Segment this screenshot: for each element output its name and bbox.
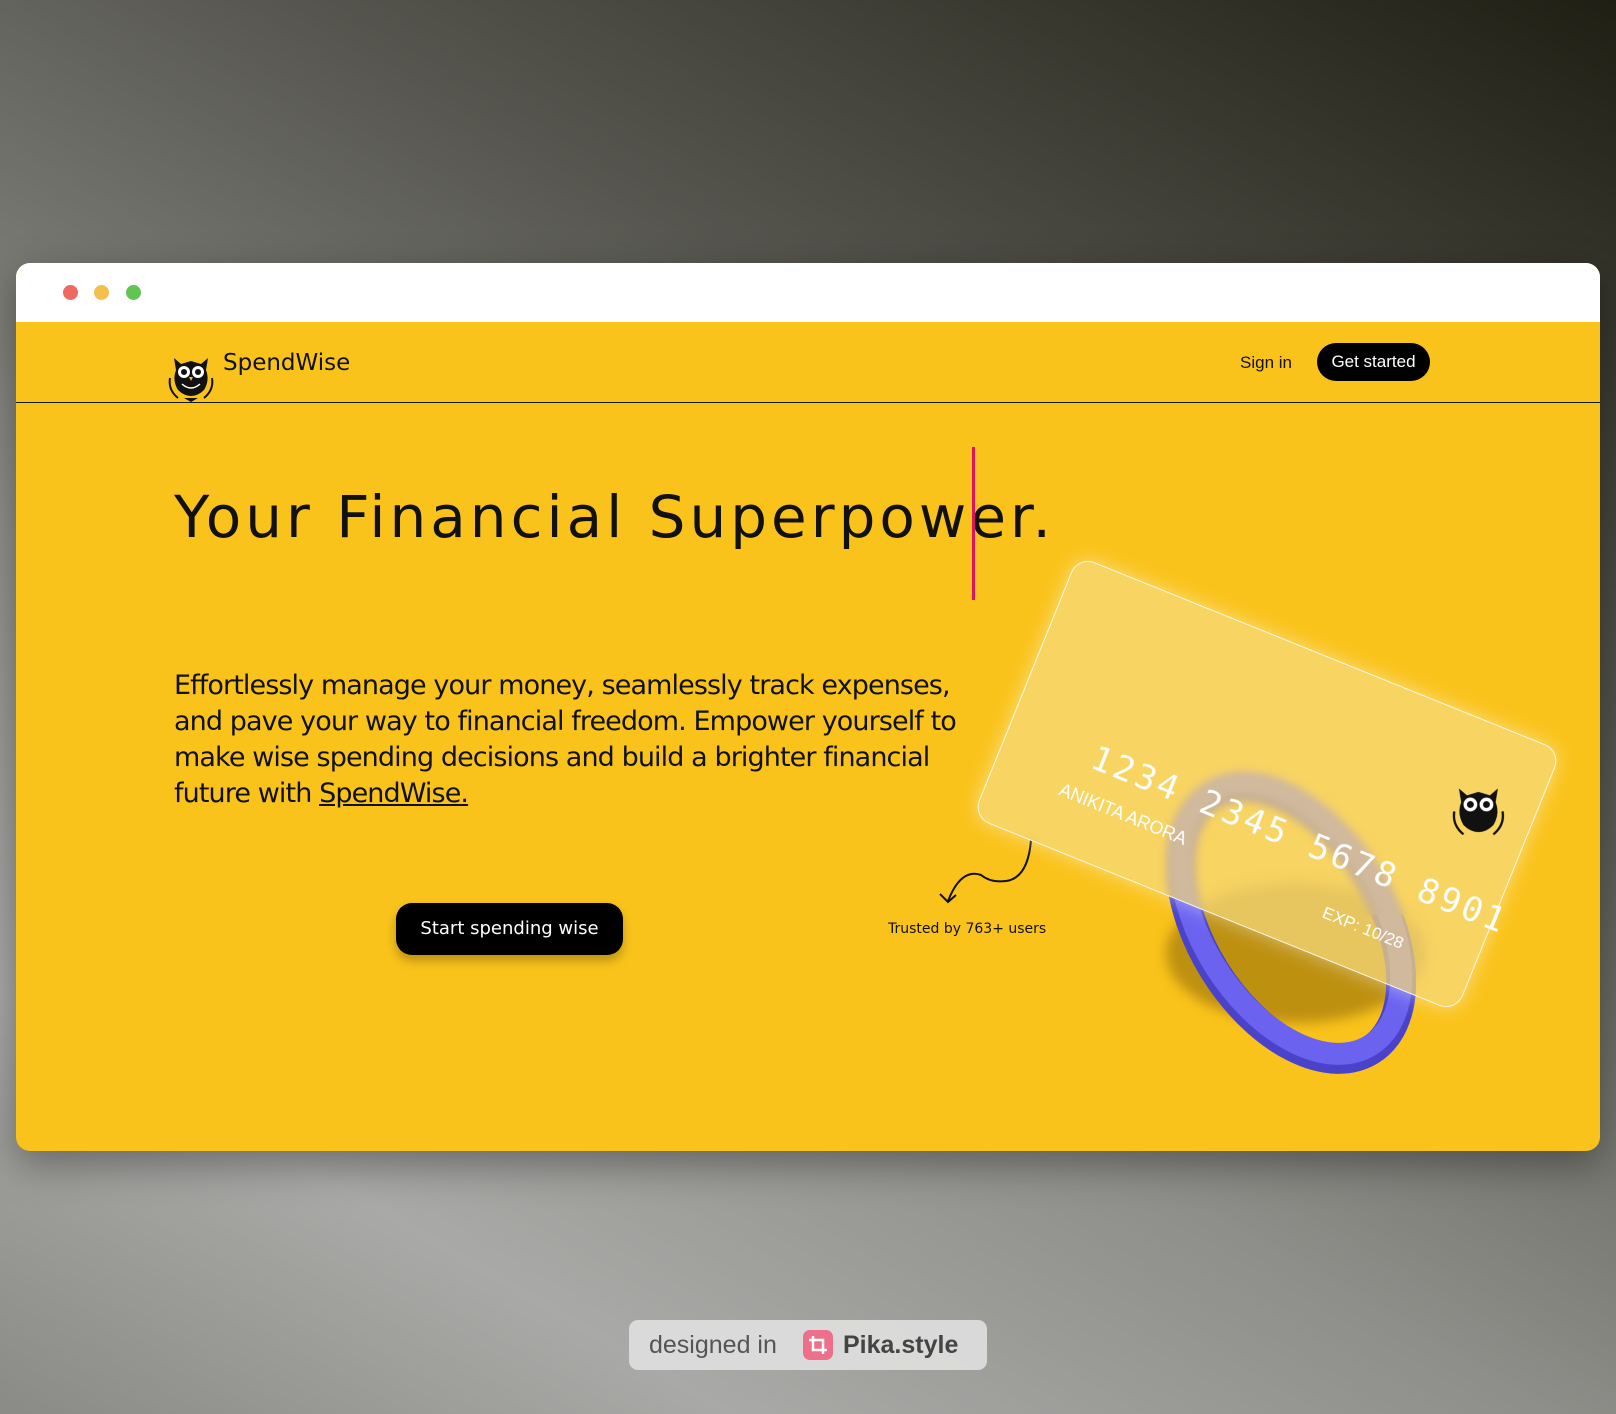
window-titlebar — [16, 263, 1600, 322]
badge-name: Pika.style — [843, 1331, 959, 1359]
designed-in-badge[interactable]: designed in Pika.style — [629, 1320, 987, 1370]
hero-description: Effortlessly manage your money, seamless… — [174, 668, 964, 812]
close-window-button[interactable] — [63, 285, 78, 300]
get-started-button[interactable]: Get started — [1317, 343, 1430, 381]
card-number: 1234 2345 5678 8901 — [1085, 738, 1514, 943]
crop-icon — [803, 1330, 833, 1360]
start-spending-button[interactable]: Start spending wise — [396, 903, 623, 955]
hero-title: Your Financial Superpower. — [174, 483, 1055, 551]
card-expiry: EXP: 10/28 — [1319, 903, 1407, 953]
navbar: SpendWise Sign in Get started — [16, 322, 1600, 403]
sign-in-link[interactable]: Sign in — [1240, 353, 1292, 373]
browser-window: SpendWise Sign in Get started Your Finan… — [16, 263, 1600, 1151]
zoom-window-button[interactable] — [126, 285, 141, 300]
spendwise-link[interactable]: SpendWise. — [319, 778, 469, 809]
minimize-window-button[interactable] — [94, 285, 109, 300]
trusted-by-text: Trusted by 763+ users — [888, 921, 1047, 937]
brand-name[interactable]: SpendWise — [223, 350, 350, 376]
curved-arrow-icon — [939, 839, 1032, 904]
owl-icon[interactable] — [166, 348, 216, 402]
hero-description-text: Effortlessly manage your money, seamless… — [174, 670, 957, 809]
badge-prefix: designed in — [649, 1331, 777, 1359]
owl-icon — [1452, 788, 1505, 836]
typing-caret — [972, 447, 975, 600]
